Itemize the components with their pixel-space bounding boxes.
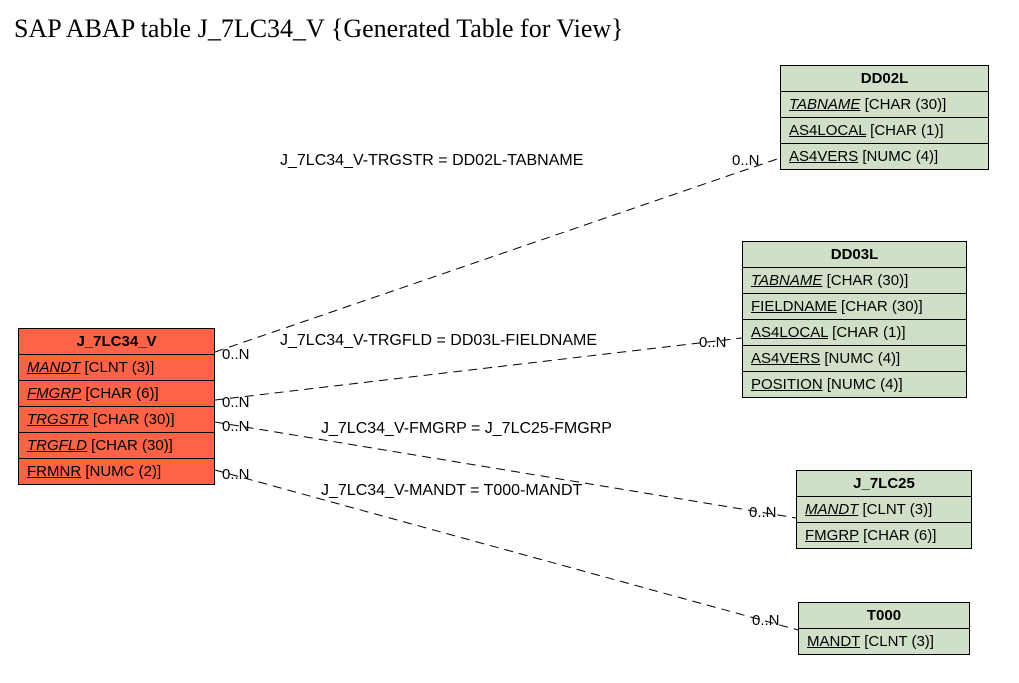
cardinality: 0..N: [222, 418, 250, 435]
entity-field: FMGRP [CHAR (6)]: [19, 381, 214, 407]
entity-header: DD02L: [781, 66, 988, 92]
entity-field: TRGFLD [CHAR (30)]: [19, 433, 214, 459]
entity-field: AS4LOCAL [CHAR (1)]: [781, 118, 988, 144]
entity-dd03l: DD03L TABNAME [CHAR (30)] FIELDNAME [CHA…: [742, 241, 967, 398]
cardinality: 0..N: [222, 394, 250, 411]
entity-field: FRMNR [NUMC (2)]: [19, 459, 214, 484]
entity-field: TABNAME [CHAR (30)]: [781, 92, 988, 118]
entity-j7lc34v: J_7LC34_V MANDT [CLNT (3)] FMGRP [CHAR (…: [18, 328, 215, 485]
entity-header: J_7LC34_V: [19, 329, 214, 355]
relation-label: J_7LC34_V-TRGSTR = DD02L-TABNAME: [280, 152, 583, 170]
entity-header: J_7LC25: [797, 471, 971, 497]
entity-dd02l: DD02L TABNAME [CHAR (30)] AS4LOCAL [CHAR…: [780, 65, 989, 170]
entity-j7lc25: J_7LC25 MANDT [CLNT (3)] FMGRP [CHAR (6)…: [796, 470, 972, 549]
cardinality: 0..N: [752, 612, 780, 629]
cardinality: 0..N: [732, 152, 760, 169]
relation-label: J_7LC34_V-FMGRP = J_7LC25-FMGRP: [321, 420, 612, 438]
entity-header: T000: [799, 603, 969, 629]
entity-field: TRGSTR [CHAR (30)]: [19, 407, 214, 433]
relation-label: J_7LC34_V-TRGFLD = DD03L-FIELDNAME: [280, 332, 597, 350]
cardinality: 0..N: [699, 334, 727, 351]
entity-field: FIELDNAME [CHAR (30)]: [743, 294, 966, 320]
entity-t000: T000 MANDT [CLNT (3)]: [798, 602, 970, 655]
page-title: SAP ABAP table J_7LC34_V {Generated Tabl…: [14, 14, 624, 44]
entity-field: MANDT [CLNT (3)]: [799, 629, 969, 654]
entity-header: DD03L: [743, 242, 966, 268]
entity-field: MANDT [CLNT (3)]: [19, 355, 214, 381]
relation-label: J_7LC34_V-MANDT = T000-MANDT: [321, 482, 582, 500]
entity-field: AS4VERS [NUMC (4)]: [781, 144, 988, 169]
entity-field: POSITION [NUMC (4)]: [743, 372, 966, 397]
entity-field: AS4VERS [NUMC (4)]: [743, 346, 966, 372]
cardinality: 0..N: [222, 466, 250, 483]
entity-field: MANDT [CLNT (3)]: [797, 497, 971, 523]
cardinality: 0..N: [222, 346, 250, 363]
cardinality: 0..N: [749, 504, 777, 521]
entity-field: AS4LOCAL [CHAR (1)]: [743, 320, 966, 346]
entity-field: TABNAME [CHAR (30)]: [743, 268, 966, 294]
entity-field: FMGRP [CHAR (6)]: [797, 523, 971, 548]
